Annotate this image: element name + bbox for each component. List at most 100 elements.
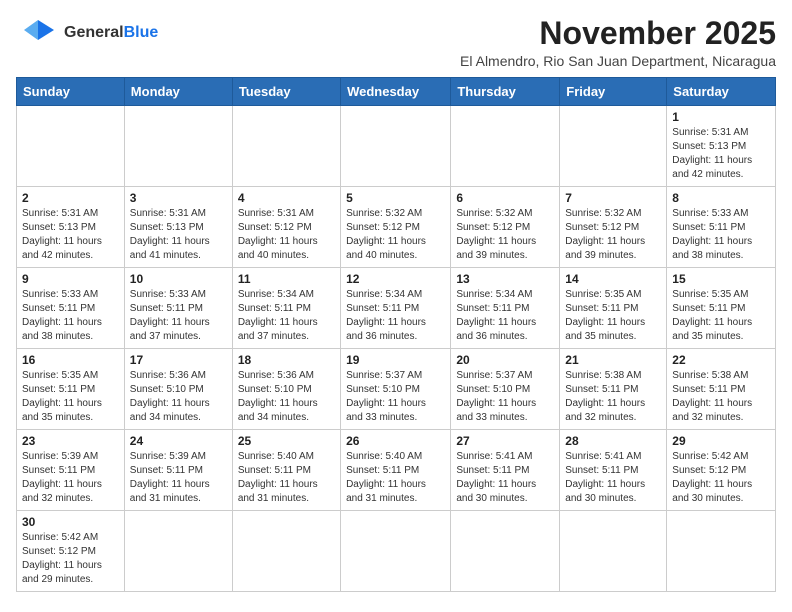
table-row: 19 Sunrise: 5:37 AM Sunset: 5:10 PM Dayli… [341,349,451,430]
day-info: Sunrise: 5:32 AM Sunset: 5:12 PM Dayligh… [565,207,661,263]
col-monday: Monday [124,78,232,106]
day-number: 13 [456,272,554,286]
day-number: 6 [456,191,554,205]
day-number: 27 [456,434,554,448]
day-number: 1 [672,110,770,124]
table-row: 4Sunrise: 5:31 AM Sunset: 5:12 PM Daylig… [232,187,340,268]
table-row: 22 Sunrise: 5:38 AM Sunset: 5:11 PM Dayli… [667,349,776,430]
table-row [124,106,232,187]
table-row: 13 Sunrise: 5:34 AM Sunset: 5:11 PM Dayli… [451,268,560,349]
col-friday: Friday [560,78,667,106]
day-number: 24 [130,434,227,448]
col-thursday: Thursday [451,78,560,106]
day-info: Sunrise: 5:35 AM Sunset: 5:11 PM Dayligh… [672,288,770,344]
day-info: Sunrise: 5:41 AM Sunset: 5:11 PM Dayligh… [565,450,661,506]
day-number: 5 [346,191,445,205]
calendar-week-row: 30Sunrise: 5:42 AM Sunset: 5:12 PM Dayli… [17,511,776,592]
day-number: 14 [565,272,661,286]
logo-icon [16,16,60,50]
day-number: 7 [565,191,661,205]
day-info: Sunrise: 5:41 AM Sunset: 5:11 PM Dayligh… [456,450,554,506]
table-row: 15 Sunrise: 5:35 AM Sunset: 5:11 PM Dayli… [667,268,776,349]
calendar-header-row: Sunday Monday Tuesday Wednesday Thursday… [17,78,776,106]
day-number: 29 [672,434,770,448]
day-number: 10 [130,272,227,286]
col-tuesday: Tuesday [232,78,340,106]
table-row: 11Sunrise: 5:34 AM Sunset: 5:11 PM Dayli… [232,268,340,349]
table-row: 1 Sunrise: 5:31 AM Sunset: 5:13 PM Daylig… [667,106,776,187]
col-sunday: Sunday [17,78,125,106]
table-row: 2 Sunrise: 5:31 AM Sunset: 5:13 PM Daylig… [17,187,125,268]
table-row: 5 Sunrise: 5:32 AM Sunset: 5:12 PM Daylig… [341,187,451,268]
table-row: 12Sunrise: 5:34 AM Sunset: 5:11 PM Dayli… [341,268,451,349]
day-number: 12 [346,272,445,286]
day-info: Sunrise: 5:33 AM Sunset: 5:11 PM Dayligh… [22,288,119,344]
table-row [451,106,560,187]
day-info: Sunrise: 5:37 AM Sunset: 5:10 PM Dayligh… [456,369,554,425]
day-number: 4 [238,191,335,205]
day-number: 9 [22,272,119,286]
day-info: Sunrise: 5:33 AM Sunset: 5:11 PM Dayligh… [130,288,227,344]
day-number: 2 [22,191,119,205]
calendar-week-row: 16Sunrise: 5:35 AM Sunset: 5:11 PM Dayli… [17,349,776,430]
day-info: Sunrise: 5:42 AM Sunset: 5:12 PM Dayligh… [22,531,119,587]
table-row: 27 Sunrise: 5:41 AM Sunset: 5:11 PM Dayli… [451,430,560,511]
day-number: 19 [346,353,445,367]
day-info: Sunrise: 5:40 AM Sunset: 5:11 PM Dayligh… [346,450,445,506]
calendar-week-row: 2 Sunrise: 5:31 AM Sunset: 5:13 PM Daylig… [17,187,776,268]
table-row [232,106,340,187]
table-row: 3Sunrise: 5:31 AM Sunset: 5:13 PM Daylig… [124,187,232,268]
col-wednesday: Wednesday [341,78,451,106]
day-info: Sunrise: 5:38 AM Sunset: 5:11 PM Dayligh… [672,369,770,425]
day-info: Sunrise: 5:33 AM Sunset: 5:11 PM Dayligh… [672,207,770,263]
day-number: 20 [456,353,554,367]
day-number: 8 [672,191,770,205]
table-row: 17Sunrise: 5:36 AM Sunset: 5:10 PM Dayli… [124,349,232,430]
day-info: Sunrise: 5:39 AM Sunset: 5:11 PM Dayligh… [130,450,227,506]
table-row: 28Sunrise: 5:41 AM Sunset: 5:11 PM Dayli… [560,430,667,511]
day-number: 23 [22,434,119,448]
table-row [17,106,125,187]
day-number: 17 [130,353,227,367]
table-row: 21Sunrise: 5:38 AM Sunset: 5:11 PM Dayli… [560,349,667,430]
calendar-title: November 2025 El Almendro, Rio San Juan … [460,16,776,69]
table-row: 30Sunrise: 5:42 AM Sunset: 5:12 PM Dayli… [17,511,125,592]
day-number: 16 [22,353,119,367]
table-row: 24 Sunrise: 5:39 AM Sunset: 5:11 PM Dayli… [124,430,232,511]
day-info: Sunrise: 5:42 AM Sunset: 5:12 PM Dayligh… [672,450,770,506]
calendar-week-row: 1 Sunrise: 5:31 AM Sunset: 5:13 PM Daylig… [17,106,776,187]
table-row [667,511,776,592]
day-number: 25 [238,434,335,448]
table-row: 9 Sunrise: 5:33 AM Sunset: 5:11 PM Daylig… [17,268,125,349]
table-row: 23 Sunrise: 5:39 AM Sunset: 5:11 PM Dayli… [17,430,125,511]
table-row [560,511,667,592]
day-info: Sunrise: 5:39 AM Sunset: 5:11 PM Dayligh… [22,450,119,506]
col-saturday: Saturday [667,78,776,106]
day-number: 22 [672,353,770,367]
table-row: 25 Sunrise: 5:40 AM Sunset: 5:11 PM Dayli… [232,430,340,511]
table-row [232,511,340,592]
calendar-week-row: 9 Sunrise: 5:33 AM Sunset: 5:11 PM Daylig… [17,268,776,349]
day-number: 26 [346,434,445,448]
day-info: Sunrise: 5:31 AM Sunset: 5:13 PM Dayligh… [22,207,119,263]
day-info: Sunrise: 5:36 AM Sunset: 5:10 PM Dayligh… [238,369,335,425]
day-info: Sunrise: 5:34 AM Sunset: 5:11 PM Dayligh… [456,288,554,344]
location: El Almendro, Rio San Juan Department, Ni… [460,53,776,69]
table-row: 14 Sunrise: 5:35 AM Sunset: 5:11 PM Dayli… [560,268,667,349]
day-info: Sunrise: 5:38 AM Sunset: 5:11 PM Dayligh… [565,369,661,425]
day-info: Sunrise: 5:40 AM Sunset: 5:11 PM Dayligh… [238,450,335,506]
day-info: Sunrise: 5:32 AM Sunset: 5:12 PM Dayligh… [456,207,554,263]
table-row: 7 Sunrise: 5:32 AM Sunset: 5:12 PM Daylig… [560,187,667,268]
day-info: Sunrise: 5:35 AM Sunset: 5:11 PM Dayligh… [565,288,661,344]
table-row: 26 Sunrise: 5:40 AM Sunset: 5:11 PM Dayli… [341,430,451,511]
table-row [124,511,232,592]
logo-text: GeneralBlue [64,24,158,41]
day-info: Sunrise: 5:37 AM Sunset: 5:10 PM Dayligh… [346,369,445,425]
table-row [341,106,451,187]
table-row: 20 Sunrise: 5:37 AM Sunset: 5:10 PM Dayli… [451,349,560,430]
table-row: 10 Sunrise: 5:33 AM Sunset: 5:11 PM Dayli… [124,268,232,349]
day-info: Sunrise: 5:32 AM Sunset: 5:12 PM Dayligh… [346,207,445,263]
table-row: 18Sunrise: 5:36 AM Sunset: 5:10 PM Dayli… [232,349,340,430]
day-info: Sunrise: 5:31 AM Sunset: 5:13 PM Dayligh… [672,126,770,182]
day-number: 15 [672,272,770,286]
